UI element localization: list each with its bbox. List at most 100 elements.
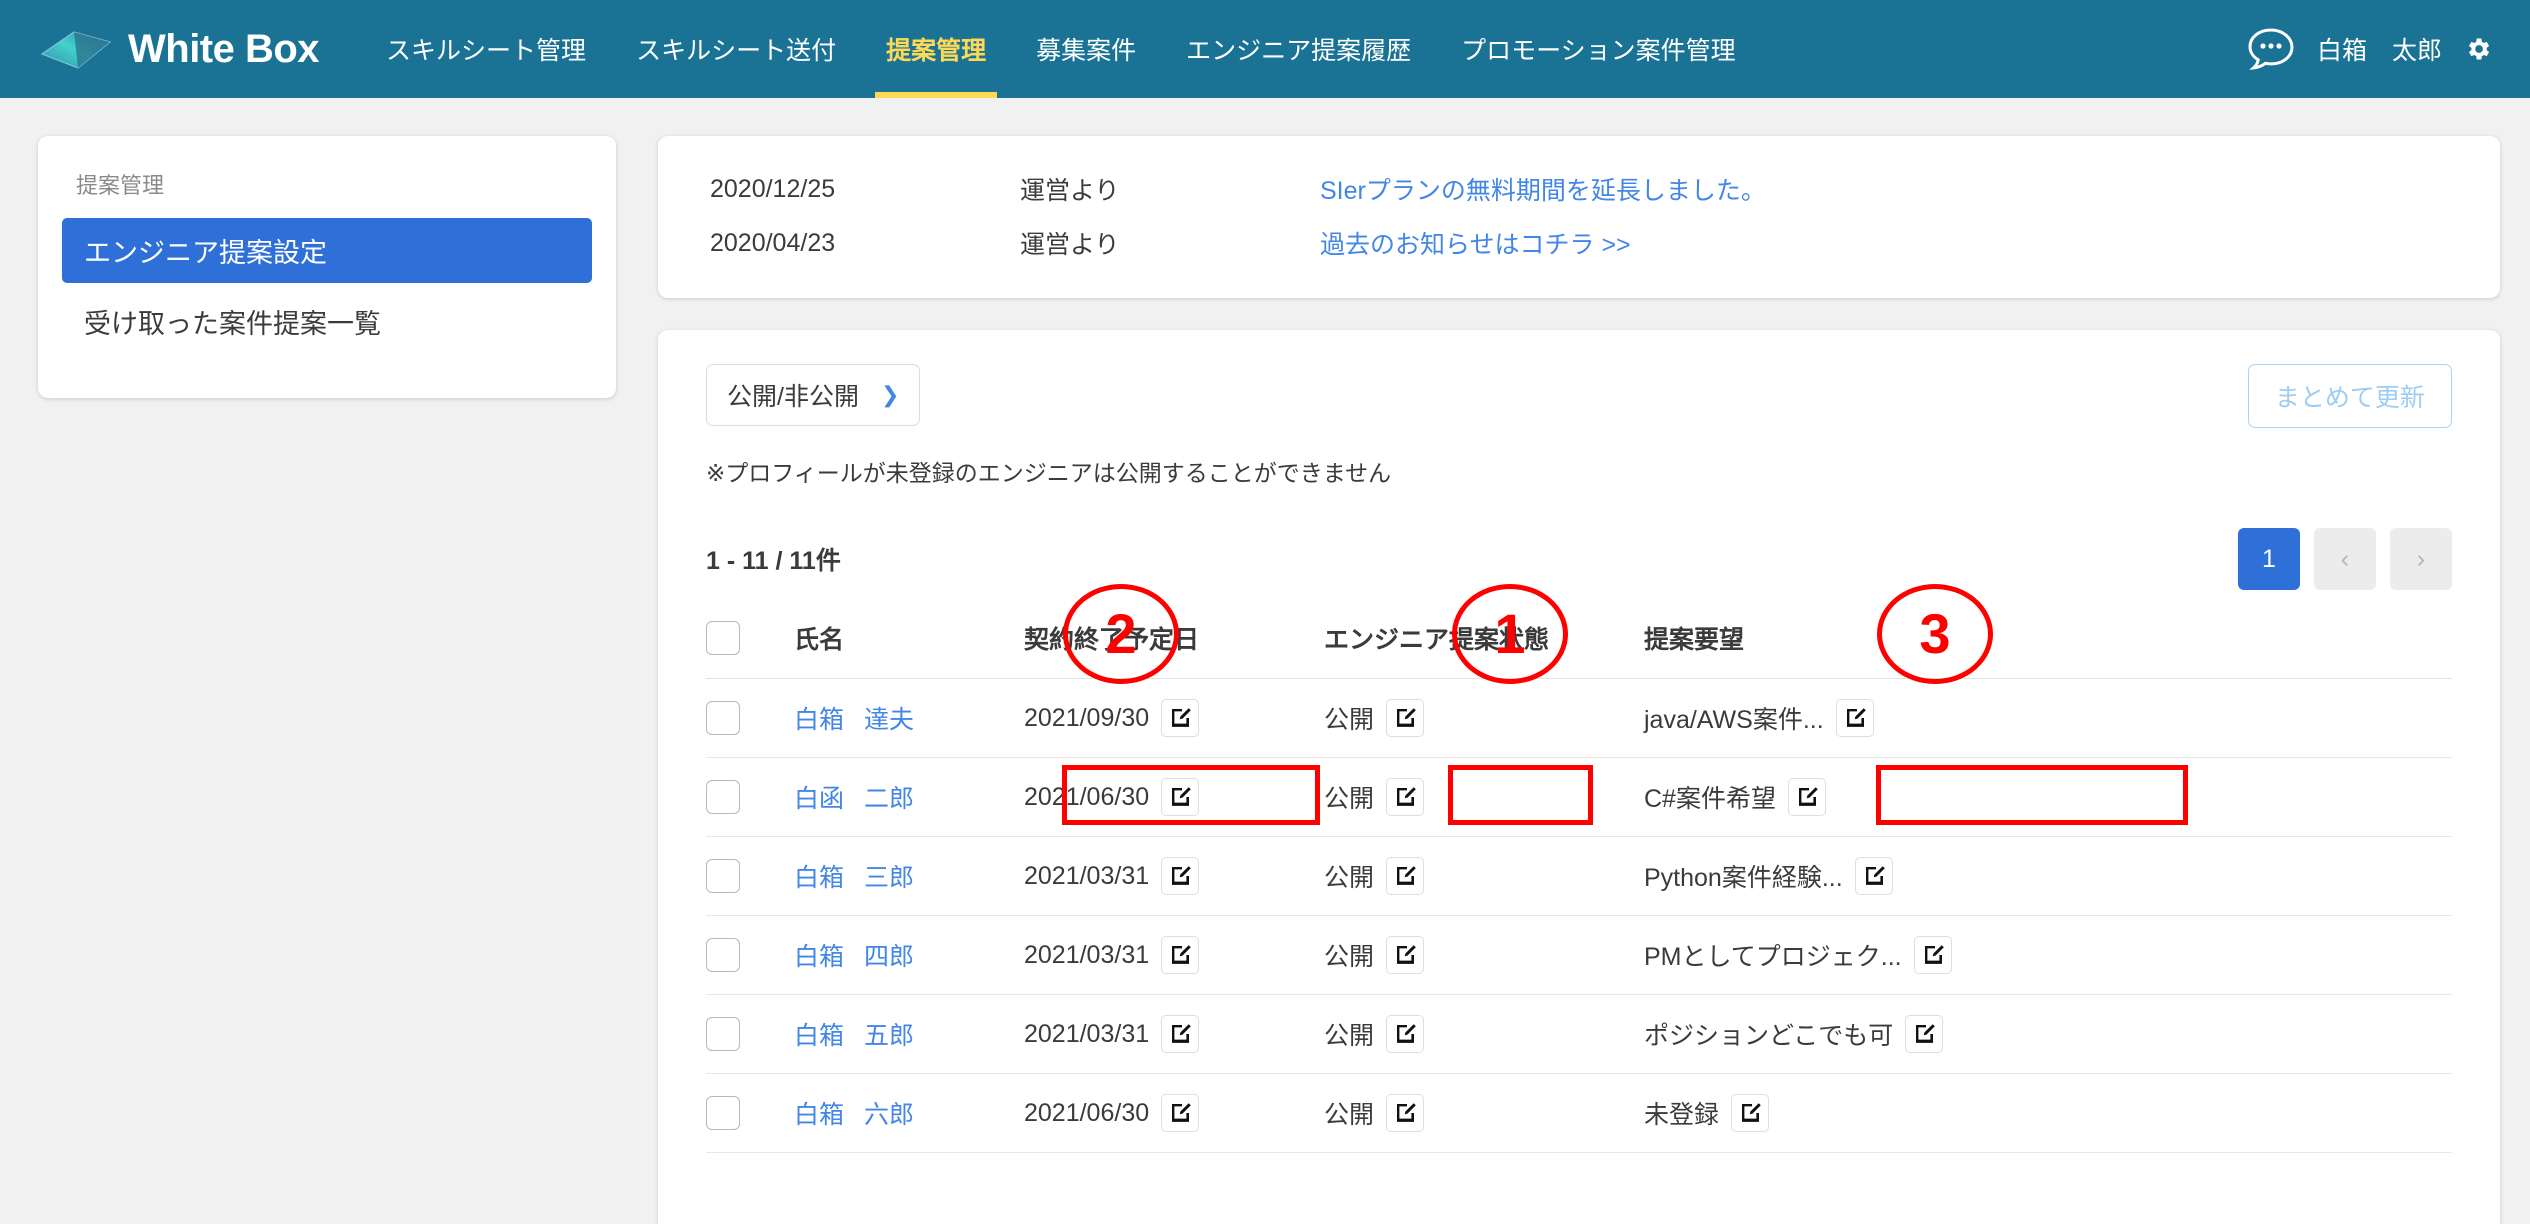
row-checkbox[interactable] — [706, 859, 740, 893]
count-and-pager-row: 1 - 11 / 11件 1 ‹ › — [706, 528, 2452, 590]
edit-contract-end-date-icon[interactable] — [1161, 1094, 1200, 1132]
nav-item-skillsheet-kanri[interactable]: スキルシート管理 — [361, 0, 611, 98]
last-name: 白函 — [794, 785, 845, 813]
edit-proposal-status-icon[interactable] — [1386, 699, 1425, 737]
engineer-name-link[interactable]: 白函 二郎 — [794, 785, 914, 813]
notices-panel: 2020/12/25 運営より SIerプランの無料期間を延長しました。 202… — [658, 136, 2500, 298]
nav-item-skillsheet-soufu[interactable]: スキルシート送付 — [611, 0, 861, 98]
contract-end-date-value: 2021/03/31 — [1024, 861, 1150, 890]
proposal-request-value: java/AWS案件... — [1644, 706, 1824, 734]
sidebar-heading: 提案管理 — [76, 173, 165, 198]
edit-proposal-status-icon[interactable] — [1386, 936, 1425, 974]
table-row: 白箱 達夫 2021/09/30 公開 java/AWS案件... — [706, 678, 2452, 758]
proposal-status-cell: 公開 — [1324, 994, 1644, 1074]
notice-date: 2020/12/25 — [710, 174, 836, 203]
notice-link[interactable]: SIerプランの無料期間を延長しました。 — [1320, 171, 1766, 207]
last-name: 白箱 — [794, 1101, 845, 1129]
edit-contract-end-date-icon[interactable] — [1161, 699, 1200, 737]
proposal-request-cell: ポジションどこでも可 — [1644, 994, 2452, 1074]
proposal-status-cell: 公開 — [1324, 915, 1644, 995]
brand[interactable]: White Box — [40, 26, 320, 72]
row-select-cell — [706, 915, 794, 995]
edit-contract-end-date-icon[interactable] — [1161, 1015, 1200, 1053]
gear-icon[interactable] — [2464, 35, 2492, 63]
engineer-table: 氏名 契約終了予定日 エンジニア提案状態 提案要望 白箱 達夫 2021/09/… — [706, 612, 2452, 1153]
proposal-status-value: 公開 — [1324, 1101, 1375, 1129]
edit-contract-end-date-icon[interactable] — [1161, 778, 1200, 816]
first-name: 五郎 — [864, 1022, 915, 1050]
profile-warning-note: ※プロフィールが未登録のエンジニアは公開することができません — [706, 460, 1392, 486]
page-layout: 提案管理 エンジニア提案設定 受け取った案件提案一覧 2020/12/25 運営… — [0, 98, 2530, 1224]
edit-proposal-request-icon[interactable] — [1905, 1015, 1944, 1053]
name-cell: 白箱 三郎 — [794, 836, 1024, 916]
name-cell: 白函 二郎 — [794, 757, 1024, 837]
notice-from: 運営より — [1020, 231, 1120, 259]
pagination: 1 ‹ › — [2237, 528, 2452, 590]
edit-proposal-request-icon[interactable] — [1731, 1094, 1770, 1132]
proposal-status-value: 公開 — [1324, 943, 1375, 971]
proposal-status-value: 公開 — [1324, 1022, 1375, 1050]
contract-end-date-cell: 2021/09/30 — [1024, 678, 1324, 758]
last-name: 白箱 — [794, 1022, 845, 1050]
edit-proposal-status-icon[interactable] — [1386, 857, 1425, 895]
edit-proposal-status-icon[interactable] — [1386, 1094, 1425, 1132]
edit-proposal-request-icon[interactable] — [1913, 936, 1952, 974]
select-all-checkbox[interactable] — [706, 621, 740, 655]
engineer-name-link[interactable]: 白箱 達夫 — [794, 706, 914, 734]
user-name[interactable]: 白箱 太郎 — [2317, 31, 2442, 67]
row-checkbox[interactable] — [706, 1096, 740, 1130]
row-checkbox[interactable] — [706, 938, 740, 972]
nav-item-teian-kanri[interactable]: 提案管理 — [861, 0, 1011, 98]
contract-end-date-cell: 2021/03/31 — [1024, 915, 1324, 995]
app-header: White Box スキルシート管理 スキルシート送付 提案管理 募集案件 エン… — [0, 0, 2530, 98]
contract-end-date-cell: 2021/06/30 — [1024, 1073, 1324, 1153]
proposal-request-cell: Python案件経験... — [1644, 836, 2452, 916]
chat-bubble-icon[interactable] — [2247, 27, 2295, 71]
page-button-1[interactable]: 1 — [2237, 528, 2300, 590]
first-name: 四郎 — [864, 943, 915, 971]
sidebar-item-uketotta-anken-teian-ichiran[interactable]: 受け取った案件提案一覧 — [62, 289, 592, 354]
row-checkbox[interactable] — [706, 701, 740, 735]
notice-link[interactable]: 過去のお知らせはコチラ >> — [1320, 225, 1631, 261]
row-select-cell — [706, 1073, 794, 1153]
proposal-request-value: C#案件希望 — [1644, 785, 1776, 813]
row-checkbox[interactable] — [706, 780, 740, 814]
row-select-cell — [706, 994, 794, 1074]
first-name: 六郎 — [864, 1101, 915, 1129]
engineer-name-link[interactable]: 白箱 六郎 — [794, 1101, 914, 1129]
contract-end-date-value: 2021/03/31 — [1024, 940, 1150, 969]
public-private-filter-select[interactable]: 公開/非公開 ❯ — [706, 364, 921, 426]
edit-proposal-request-icon[interactable] — [1854, 857, 1893, 895]
edit-proposal-request-icon[interactable] — [1787, 778, 1826, 816]
proposal-status-cell: 公開 — [1324, 678, 1644, 758]
sidebar: 提案管理 エンジニア提案設定 受け取った案件提案一覧 — [38, 136, 616, 398]
engineer-name-link[interactable]: 白箱 四郎 — [794, 943, 914, 971]
edit-proposal-status-icon[interactable] — [1386, 778, 1425, 816]
edit-proposal-status-icon[interactable] — [1386, 1015, 1425, 1053]
edit-proposal-request-icon[interactable] — [1835, 699, 1874, 737]
contract-end-date-cell: 2021/03/31 — [1024, 994, 1324, 1074]
edit-contract-end-date-icon[interactable] — [1161, 936, 1200, 974]
row-checkbox[interactable] — [706, 1017, 740, 1051]
nav-item-engineer-teian-rireki[interactable]: エンジニア提案履歴 — [1161, 0, 1436, 98]
nav-item-promotion-anken-kanri[interactable]: プロモーション案件管理 — [1436, 0, 1761, 98]
engineer-name-link[interactable]: 白箱 三郎 — [794, 864, 914, 892]
next-page-button[interactable]: › — [2389, 528, 2452, 590]
name-cell: 白箱 五郎 — [794, 994, 1024, 1074]
nav-item-boshu-anken[interactable]: 募集案件 — [1011, 0, 1161, 98]
content-column: 2020/12/25 運営より SIerプランの無料期間を延長しました。 202… — [658, 136, 2500, 1224]
prev-page-button[interactable]: ‹ — [2313, 528, 2376, 590]
header-select-all — [706, 612, 794, 679]
main-nav: スキルシート管理 スキルシート送付 提案管理 募集案件 エンジニア提案履歴 プロ… — [361, 0, 1761, 98]
header-name: 氏名 — [794, 612, 1024, 679]
contract-end-date-cell: 2021/03/31 — [1024, 836, 1324, 916]
proposal-request-cell: 未登録 — [1644, 1073, 2452, 1153]
edit-contract-end-date-icon[interactable] — [1161, 857, 1200, 895]
engineer-list-panel: 公開/非公開 ❯ まとめて更新 ※プロフィールが未登録のエンジニアは公開すること… — [658, 330, 2500, 1224]
bulk-update-button[interactable]: まとめて更新 — [2247, 364, 2452, 428]
name-cell: 白箱 六郎 — [794, 1073, 1024, 1153]
sidebar-item-engineer-teian-settei[interactable]: エンジニア提案設定 — [62, 218, 592, 283]
last-name: 白箱 — [794, 706, 845, 734]
engineer-name-link[interactable]: 白箱 五郎 — [794, 1022, 914, 1050]
proposal-status-cell: 公開 — [1324, 1073, 1644, 1153]
